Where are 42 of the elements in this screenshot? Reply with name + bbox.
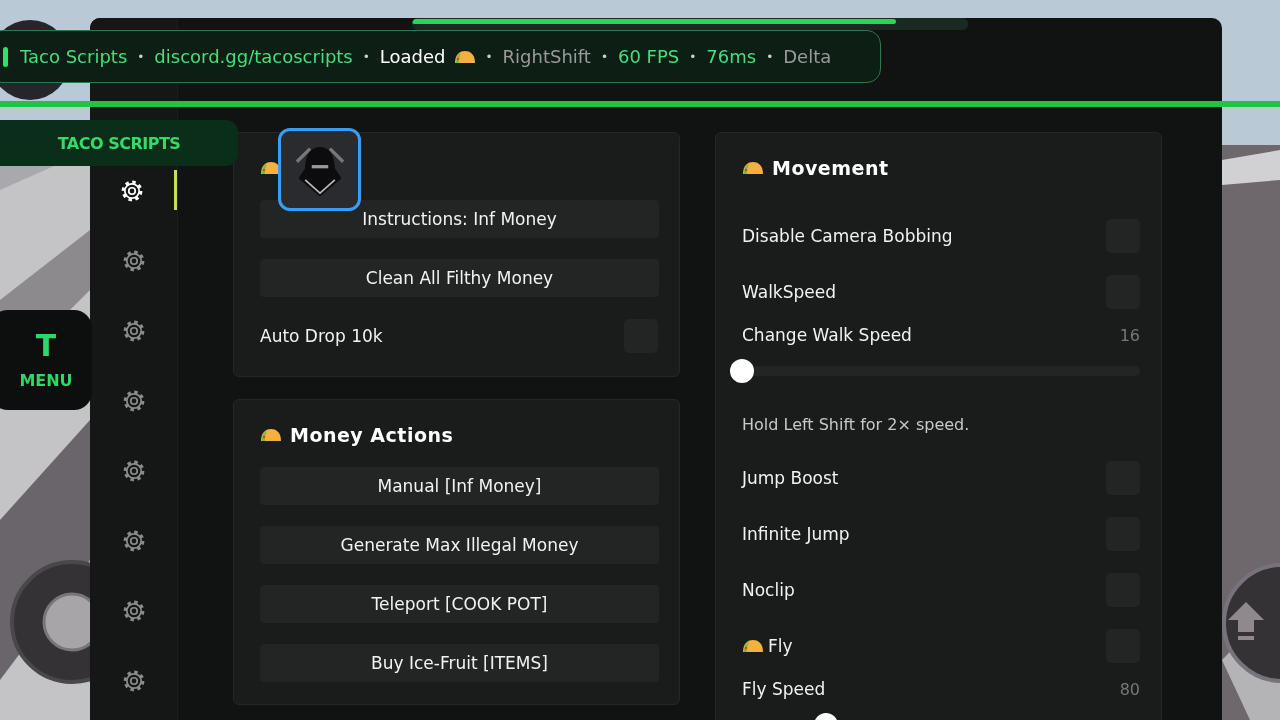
toggle-label: Fly [768,636,793,656]
action-button[interactable]: Instructions: Inf Money [260,200,659,238]
toggle-label: Noclip [742,580,795,600]
status-text: discord.gg/tacoscripts [154,46,353,67]
slider-value: 16 [1119,325,1140,345]
taco-icon [742,161,764,175]
slider-label: Fly Speed [742,679,826,699]
separator-dot: • [766,49,774,64]
section-title: Money Actions [290,424,454,446]
action-button[interactable]: Generate Max Illegal Money [260,526,659,564]
menu-button[interactable]: T MENU [0,310,92,410]
action-button[interactable]: Teleport [COOK POT] [260,585,659,623]
slider-value: 80 [1119,679,1140,699]
menu-label: MENU [19,370,73,390]
hint-text: Hold Left Shift for 2× speed. [742,415,971,434]
toggle-label: Jump Boost [742,468,839,488]
separator-dot: • [137,49,145,64]
status-text: 76ms [706,46,757,67]
status-text: Loaded [379,46,446,67]
separator-dot: • [362,49,370,64]
toggle-label: Infinite Jump [742,524,850,544]
separator-dot: • [600,49,608,64]
slider-thumb[interactable] [730,359,754,383]
status-text: Delta [783,46,832,67]
action-button[interactable]: Clean All Filthy Money [260,259,659,297]
toggle-label: Auto Drop 10k [260,326,383,346]
status-text: RightShift [502,46,591,67]
separator-dot: • [485,49,493,64]
settings-icon [119,178,145,204]
avatar[interactable] [278,128,361,211]
status-text: 60 FPS [618,46,680,67]
separator-dot: • [689,49,697,64]
logo-letter: T [35,330,57,361]
slider-label: Change Walk Speed [742,325,912,345]
action-button[interactable]: Manual [Inf Money] [260,467,659,505]
action-button[interactable]: Buy Ice-Fruit [ITEMS] [260,644,659,682]
toggle-label: WalkSpeed [742,282,836,302]
status-text: Taco Scripts [20,46,128,67]
toggle-label: Disable Camera Bobbing [742,226,953,246]
section-title: Movement [772,157,889,179]
brand-tab[interactable]: TACO SCRIPTS [0,120,238,166]
taco-icon [260,428,282,442]
